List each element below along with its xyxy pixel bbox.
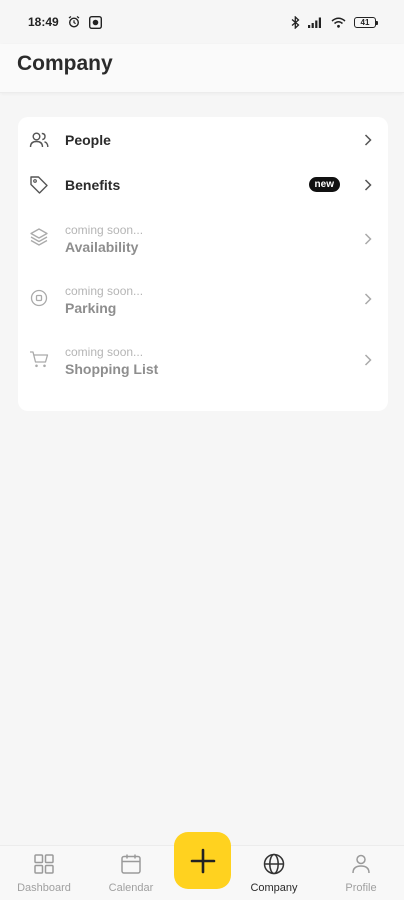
company-menu-card: People Benefits new coming soon... Avail… <box>18 117 388 411</box>
menu-item-benefits[interactable]: Benefits new <box>18 163 388 209</box>
bottom-nav: Dashboard Calendar Company Profile <box>0 832 404 900</box>
nav-item-dashboard[interactable]: Dashboard <box>4 846 84 900</box>
menu-item-subtitle: coming soon... <box>65 223 144 237</box>
chevron-right-icon <box>362 292 374 306</box>
app-header: Company <box>0 44 404 93</box>
menu-item-label: Shopping List <box>65 361 159 377</box>
menu-item-parking[interactable]: coming soon... Parking <box>18 275 388 329</box>
add-button[interactable] <box>174 832 231 889</box>
plus-icon <box>189 847 217 875</box>
layers-icon <box>28 226 50 248</box>
chevron-right-icon <box>362 232 374 246</box>
nav-label: Company <box>250 882 298 894</box>
signal-icon <box>308 17 323 28</box>
status-right: 41 <box>291 15 378 29</box>
cart-icon <box>28 348 50 370</box>
battery-indicator: 41 <box>354 16 378 28</box>
new-badge: new <box>308 177 340 192</box>
nav-item-company[interactable]: Company <box>234 846 314 900</box>
tag-icon <box>28 174 50 196</box>
wifi-icon <box>331 17 346 28</box>
globe-icon <box>262 852 286 876</box>
nav-label: Calendar <box>108 882 154 894</box>
page-title: Company <box>17 52 113 75</box>
bluetooth-icon <box>291 15 300 29</box>
nav-label: Dashboard <box>17 882 71 894</box>
menu-item-label: Parking <box>65 300 117 316</box>
status-time: 18:49 <box>28 15 59 29</box>
user-icon <box>349 852 373 876</box>
chevron-right-icon <box>362 353 374 367</box>
status-bar: 18:49 41 <box>0 0 404 44</box>
people-icon <box>28 129 50 151</box>
menu-item-people[interactable]: People <box>18 117 388 163</box>
nav-item-profile[interactable]: Profile <box>321 846 401 900</box>
parking-icon <box>28 287 50 309</box>
menu-item-shopping-list[interactable]: coming soon... Shopping List <box>18 337 388 391</box>
menu-item-subtitle: coming soon... <box>65 284 144 298</box>
nav-label: Profile <box>345 882 377 894</box>
calendar-icon <box>119 852 143 876</box>
screen-record-icon <box>88 15 102 29</box>
menu-item-subtitle: coming soon... <box>65 345 144 359</box>
menu-item-availability[interactable]: coming soon... Availability <box>18 213 388 267</box>
nav-item-calendar[interactable]: Calendar <box>91 846 171 900</box>
menu-item-label: People <box>65 132 111 148</box>
menu-item-label: Benefits <box>65 177 121 193</box>
status-left: 18:49 <box>28 15 102 29</box>
grid-icon <box>32 852 56 876</box>
chevron-right-icon <box>362 178 374 192</box>
chevron-right-icon <box>362 133 374 147</box>
alarm-icon <box>67 15 81 29</box>
menu-item-label: Availability <box>65 239 139 255</box>
